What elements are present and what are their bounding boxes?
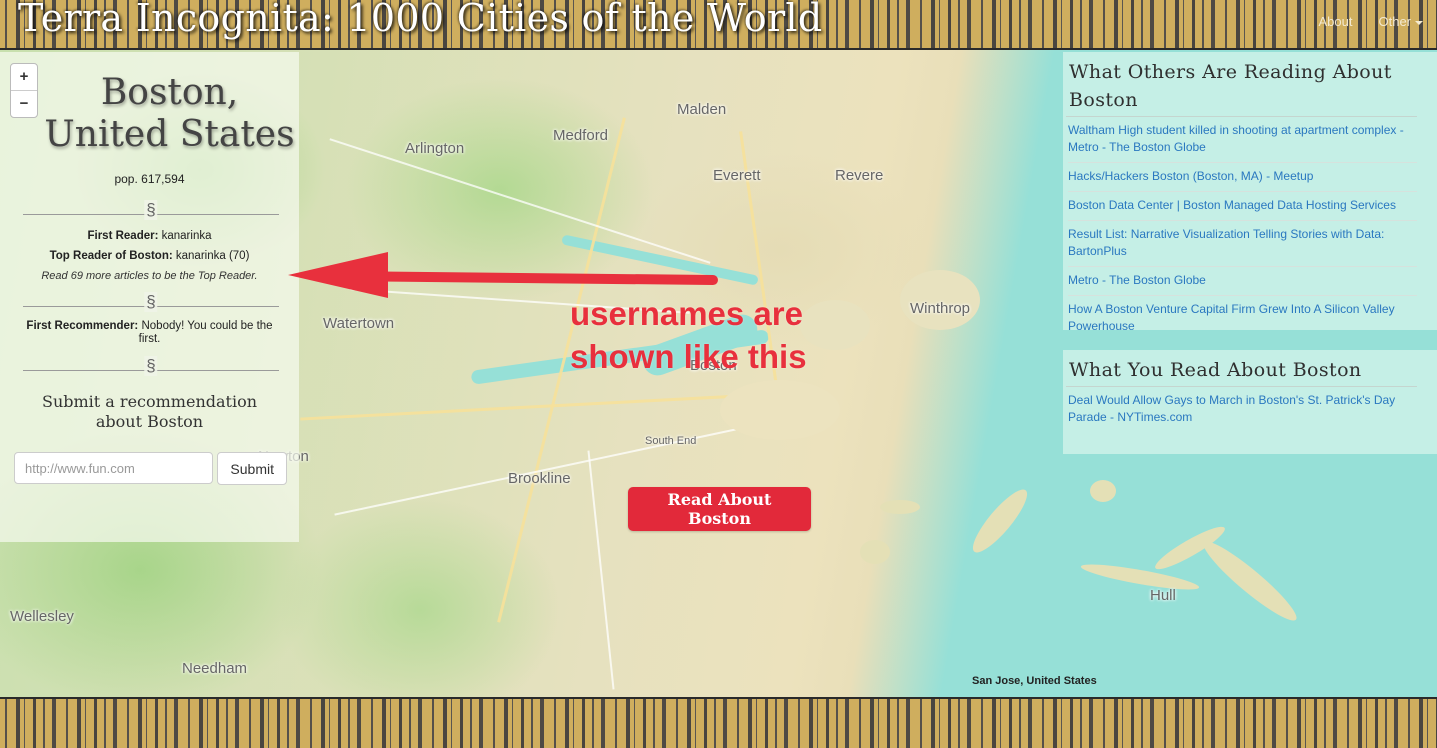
place-label: Arlington [405, 140, 465, 157]
article-link[interactable]: Hacks/Hackers Boston (Boston, MA) - Meet… [1068, 163, 1417, 192]
top-reader-hint: Read 69 more articles to be the Top Read… [41, 270, 258, 282]
road-3 [587, 450, 615, 690]
east-boston [800, 300, 870, 350]
flourish-icon: § [144, 292, 158, 312]
submit-button[interactable]: Submit [217, 452, 287, 485]
article-link[interactable]: Deal Would Allow Gays to March in Boston… [1068, 387, 1417, 432]
first-reader-value: kanarinka [161, 230, 212, 242]
top-nav: About Other [1319, 14, 1423, 29]
recommend-title: Submit a recommendation about Boston [41, 392, 258, 431]
city-population: pop. 617,594 [114, 172, 185, 186]
highway-i90 [300, 392, 780, 421]
island-6 [860, 540, 890, 564]
first-reader-label: First Reader: [87, 230, 159, 242]
you-read-title: What You Read About Boston [1069, 359, 1362, 381]
map-attribution: San Jose, United States [972, 675, 1097, 687]
top-reader-label: Top Reader of Boston: [49, 250, 173, 262]
article-link[interactable]: Metro - The Boston Globe [1068, 267, 1417, 296]
city-info-panel: Boston, United States pop. 617,594 § Fir… [0, 52, 299, 542]
top-reader-value: kanarinka (70) [175, 250, 250, 262]
ornament-divider: § [23, 292, 279, 312]
island-1 [965, 483, 1035, 559]
first-recommender-label: First Recommender: [26, 320, 139, 332]
zoom-control: + − [10, 63, 38, 118]
zoom-out-button[interactable]: − [11, 91, 37, 117]
article-link[interactable]: How A Boston Venture Capital Firm Grew I… [1068, 296, 1417, 341]
recommend-form: Submit [14, 452, 287, 485]
island-5 [880, 500, 920, 514]
article-link[interactable]: Boston Data Center | Boston Managed Data… [1068, 192, 1417, 221]
nav-about-link[interactable]: About [1319, 14, 1353, 29]
first-recommender: First Recommender: Nobody! You could be … [14, 320, 285, 346]
ornament-divider: § [23, 356, 279, 376]
site-title[interactable]: Terra Incognita: 1000 Cities of the Worl… [18, 0, 823, 40]
annotation-line2: shown like this [570, 338, 807, 375]
place-label: Revere [835, 167, 884, 184]
you-read-panel: What You Read About Boston Deal Would Al… [1063, 350, 1437, 454]
others-reading-title: What Others Are Reading About Boston [1069, 61, 1392, 111]
place-label: Hull [1150, 587, 1176, 604]
road-1 [329, 138, 711, 264]
you-read-list: Deal Would Allow Gays to March in Boston… [1063, 387, 1437, 432]
article-link[interactable]: Result List: Narrative Visualization Tel… [1068, 221, 1417, 267]
hull-peninsula [1196, 534, 1304, 628]
place-label: Malden [677, 101, 727, 118]
nav-other-label: Other [1378, 14, 1411, 29]
annotation-text: usernames are shown like this [570, 292, 807, 378]
flourish-icon: § [144, 200, 158, 220]
read-about-button[interactable]: Read About Boston [628, 487, 811, 531]
city-title: Boston, United States [40, 72, 299, 156]
top-reader: Top Reader of Boston: kanarinka (70) [0, 250, 299, 262]
annotation-line1: usernames are [570, 295, 803, 332]
bottom-banner [0, 697, 1437, 748]
place-label: Everett [713, 167, 761, 184]
place-label: Medford [553, 127, 609, 144]
place-label: South End [645, 435, 697, 447]
nav-other-dropdown[interactable]: Other [1378, 14, 1423, 29]
place-label: Winthrop [910, 300, 971, 317]
city-name-line2: United States [44, 114, 295, 155]
island-2 [1090, 480, 1116, 502]
flourish-icon: § [144, 356, 158, 376]
others-reading-panel: What Others Are Reading About Boston Wal… [1063, 52, 1437, 333]
zoom-in-button[interactable]: + [11, 64, 37, 91]
place-label: Wellesley [10, 608, 74, 625]
place-label: Brookline [508, 470, 571, 487]
ornament-divider: § [23, 200, 279, 220]
south-boston [720, 380, 840, 440]
recommend-url-input[interactable] [14, 452, 214, 484]
others-reading-list: Waltham High student killed in shooting … [1063, 117, 1437, 341]
island-4 [1079, 559, 1201, 595]
caret-down-icon [1415, 20, 1423, 25]
first-reader: First Reader: kanarinka [0, 230, 299, 242]
city-name-line1: Boston, [100, 72, 239, 113]
place-label: Needham [182, 660, 248, 677]
top-banner: Terra Incognita: 1000 Cities of the Worl… [0, 0, 1437, 50]
article-link[interactable]: Waltham High student killed in shooting … [1068, 117, 1417, 163]
first-recommender-value: Nobody! You could be the first. [138, 320, 273, 345]
